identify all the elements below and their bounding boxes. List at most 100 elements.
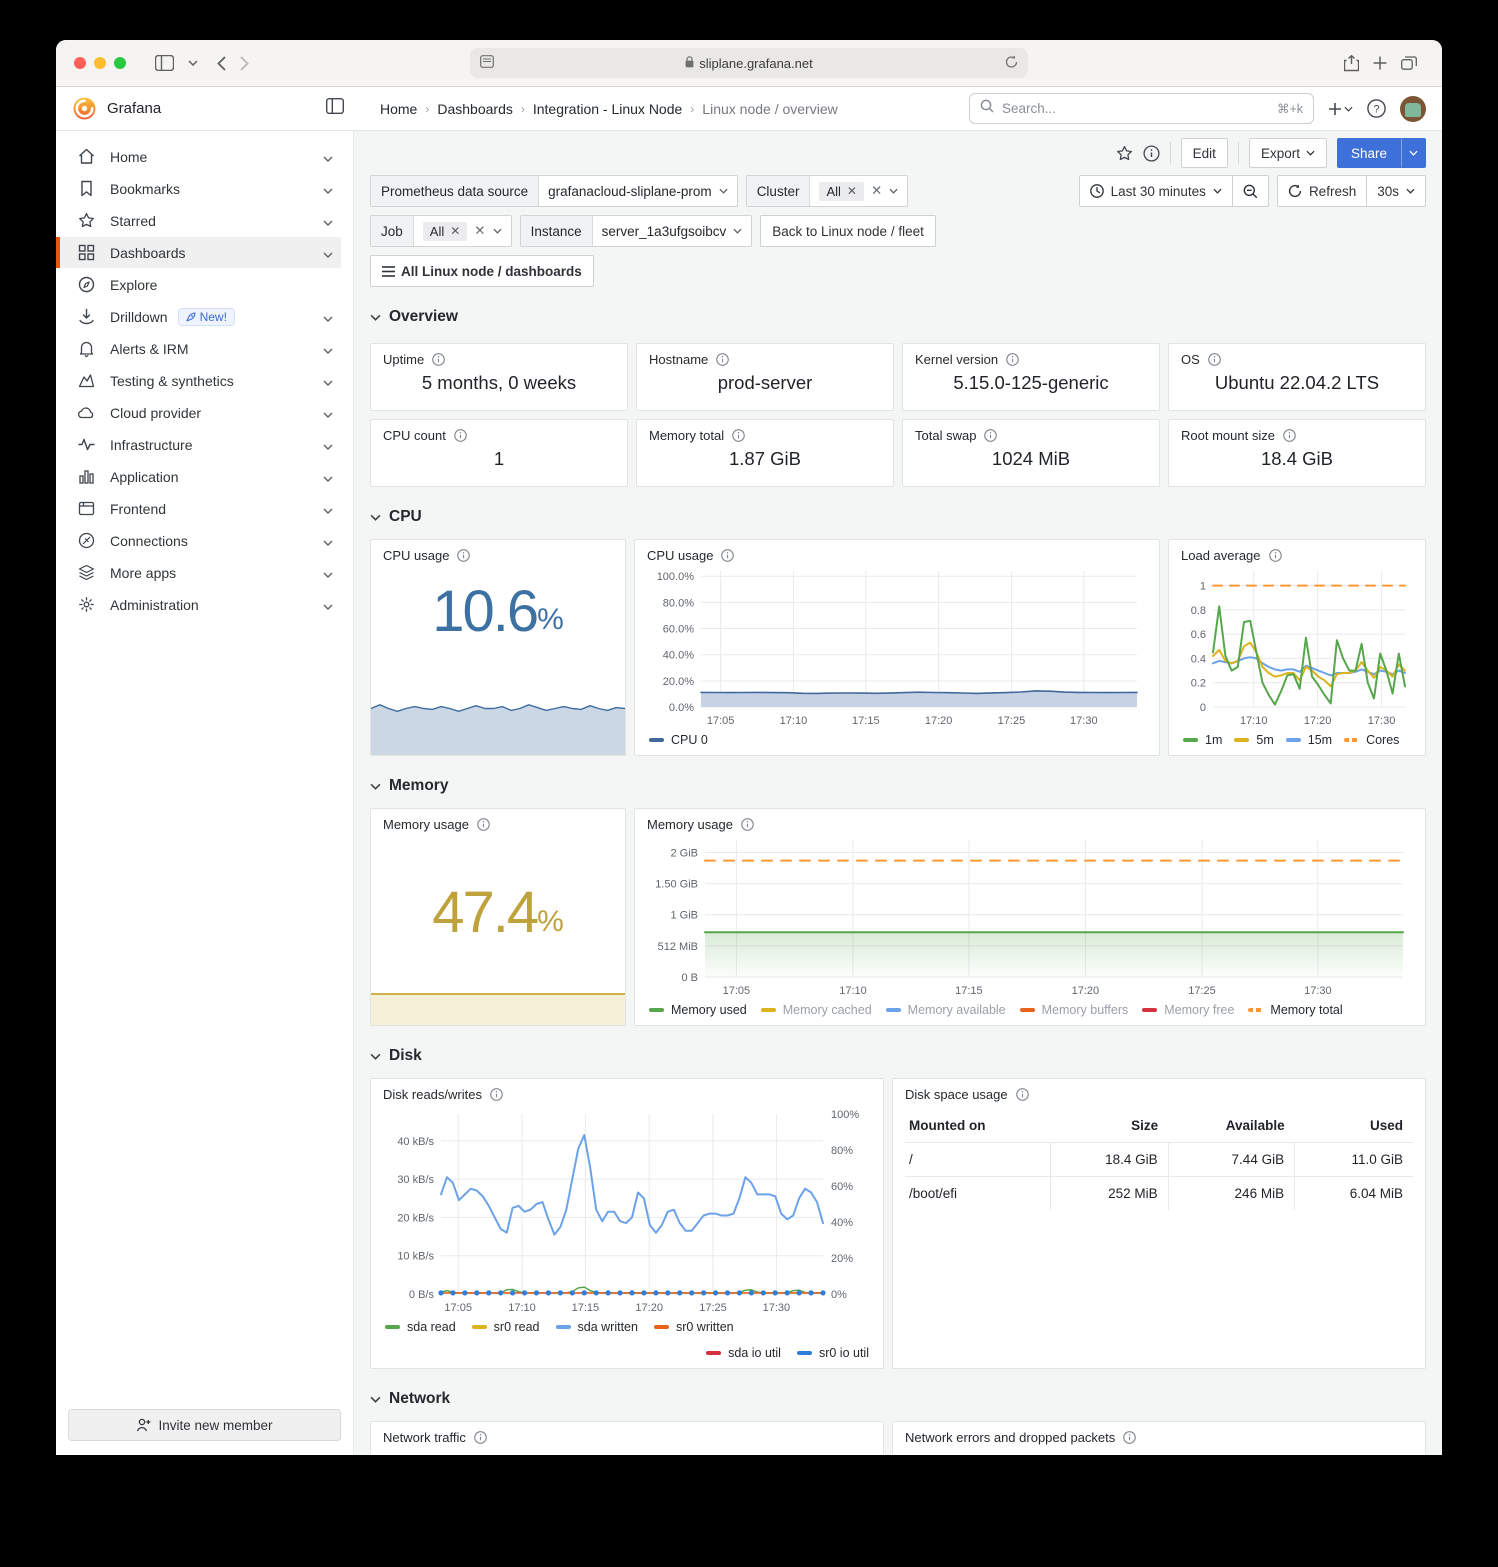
user-avatar[interactable] bbox=[1400, 96, 1426, 122]
cluster-filter[interactable]: Cluster All✕✕ bbox=[746, 175, 909, 207]
info-icon[interactable] bbox=[741, 818, 754, 831]
chevron-down-icon[interactable] bbox=[323, 341, 333, 357]
legend-memory-total[interactable]: Memory total bbox=[1248, 1003, 1342, 1017]
section-disk[interactable]: Disk bbox=[370, 1042, 1426, 1070]
legend-sda-written[interactable]: sda written bbox=[556, 1320, 638, 1334]
add-new-button[interactable] bbox=[1328, 102, 1353, 116]
reader-icon[interactable] bbox=[480, 55, 494, 71]
tab-overview-icon[interactable] bbox=[1401, 56, 1417, 70]
job-filter[interactable]: Job All✕✕ bbox=[370, 215, 512, 247]
stat-uptime[interactable]: Uptime5 months, 0 weeks bbox=[370, 343, 628, 411]
chevron-down-icon[interactable] bbox=[188, 60, 198, 66]
forward-button[interactable] bbox=[240, 56, 249, 71]
chevron-down-icon[interactable] bbox=[323, 373, 333, 389]
section-cpu[interactable]: CPU bbox=[370, 503, 1426, 531]
col-size[interactable]: Size bbox=[1050, 1112, 1168, 1143]
legend-sr0-written[interactable]: sr0 written bbox=[654, 1320, 734, 1334]
sidebar-item-frontend[interactable]: Frontend bbox=[68, 493, 341, 524]
breadcrumb-integration[interactable]: Integration - Linux Node bbox=[533, 101, 682, 117]
back-button[interactable] bbox=[217, 56, 226, 71]
load-average-panel[interactable]: Load average 00.20.40.60.8117:1017:2017:… bbox=[1168, 539, 1426, 756]
sidebar-item-cloud-provider[interactable]: Cloud provider bbox=[68, 397, 341, 428]
chevron-down-icon[interactable] bbox=[323, 533, 333, 549]
time-range-picker[interactable]: Last 30 minutes bbox=[1079, 175, 1233, 207]
info-icon[interactable] bbox=[432, 353, 445, 366]
chevron-down-icon[interactable] bbox=[323, 149, 333, 165]
sidebar-item-connections[interactable]: Connections bbox=[68, 525, 341, 556]
legend-memory-available[interactable]: Memory available bbox=[886, 1003, 1006, 1017]
sidebar-item-explore[interactable]: Explore bbox=[68, 269, 341, 300]
refresh-button[interactable]: Refresh bbox=[1277, 175, 1367, 207]
stat-memory-total[interactable]: Memory total1.87 GiB bbox=[636, 419, 894, 487]
address-bar[interactable]: sliplane.grafana.net bbox=[470, 48, 1028, 78]
remove-icon[interactable]: ✕ bbox=[847, 184, 857, 198]
legend-sr0-read[interactable]: sr0 read bbox=[472, 1320, 540, 1334]
cluster-chip[interactable]: All✕ bbox=[819, 182, 864, 201]
legend-memory-used[interactable]: Memory used bbox=[649, 1003, 747, 1017]
section-memory[interactable]: Memory bbox=[370, 772, 1426, 800]
section-network[interactable]: Network bbox=[370, 1385, 1426, 1413]
datasource-picker[interactable]: Prometheus data source grafanacloud-slip… bbox=[370, 175, 738, 207]
cpu-usage-timeseries-panel[interactable]: CPU usage 0.0%20.0%40.0%60.0%80.0%100.0%… bbox=[634, 539, 1160, 756]
info-icon[interactable] bbox=[457, 549, 470, 562]
share-icon[interactable] bbox=[1344, 55, 1359, 72]
chevron-down-icon[interactable] bbox=[323, 309, 333, 325]
sidebar-item-application[interactable]: Application bbox=[68, 461, 341, 492]
panel-info-icon[interactable] bbox=[1143, 145, 1160, 162]
legend-sr0-io-util[interactable]: sr0 io util bbox=[797, 1346, 869, 1360]
toggle-sidebar-icon[interactable] bbox=[326, 98, 344, 119]
search-field[interactable] bbox=[1002, 101, 1269, 116]
cpu-usage-stat-panel[interactable]: CPU usage 10.6% bbox=[370, 539, 626, 756]
invite-new-member-button[interactable]: Invite new member bbox=[68, 1409, 341, 1441]
stat-root-mount[interactable]: Root mount size18.4 GiB bbox=[1168, 419, 1426, 487]
info-icon[interactable] bbox=[490, 1088, 503, 1101]
sidebar-item-more-apps[interactable]: More apps bbox=[68, 557, 341, 588]
help-icon[interactable]: ? bbox=[1367, 99, 1386, 118]
info-icon[interactable] bbox=[1006, 353, 1019, 366]
legend-memory-cached[interactable]: Memory cached bbox=[761, 1003, 872, 1017]
cpu-usage-chart[interactable]: 0.0%20.0%40.0%60.0%80.0%100.0%17:0517:10… bbox=[647, 563, 1147, 729]
memory-usage-chart[interactable]: 0 B512 MiB1 GiB1.50 GiB2 GiB17:0517:1017… bbox=[647, 832, 1413, 999]
zoom-out-button[interactable] bbox=[1233, 175, 1269, 207]
breadcrumb-dashboards[interactable]: Dashboards bbox=[437, 101, 513, 117]
load-average-chart[interactable]: 00.20.40.60.8117:1017:2017:30 bbox=[1181, 563, 1413, 729]
legend-1m[interactable]: 1m bbox=[1183, 733, 1222, 747]
network-errors-panel[interactable]: Network errors and dropped packets bbox=[892, 1421, 1426, 1455]
instance-filter[interactable]: Instance server_1a3ufgsoibcv bbox=[520, 215, 753, 247]
chevron-down-icon[interactable] bbox=[323, 437, 333, 453]
sidebar-item-dashboards[interactable]: Dashboards bbox=[56, 237, 341, 268]
sidebar-item-drilldown[interactable]: Drilldown New! bbox=[68, 301, 341, 332]
new-tab-icon[interactable] bbox=[1373, 56, 1387, 70]
memory-usage-timeseries-panel[interactable]: Memory usage 0 B512 MiB1 GiB1.50 GiB2 Gi… bbox=[634, 808, 1426, 1026]
chevron-down-icon[interactable] bbox=[323, 245, 333, 261]
stat-cpu-count[interactable]: CPU count1 bbox=[370, 419, 628, 487]
sidebar-item-testing-synthetics[interactable]: Testing & synthetics bbox=[68, 365, 341, 396]
sidebar-item-infrastructure[interactable]: Infrastructure bbox=[68, 429, 341, 460]
chevron-down-icon[interactable] bbox=[323, 469, 333, 485]
legend-15m[interactable]: 15m bbox=[1286, 733, 1332, 747]
reload-icon[interactable] bbox=[1005, 55, 1018, 72]
sidebar-item-starred[interactable]: Starred bbox=[68, 205, 341, 236]
info-icon[interactable] bbox=[474, 1431, 487, 1444]
legend-memory-free[interactable]: Memory free bbox=[1142, 1003, 1234, 1017]
clear-icon[interactable]: ✕ bbox=[871, 183, 882, 199]
col-used[interactable]: Used bbox=[1295, 1112, 1413, 1143]
minimize-window-button[interactable] bbox=[94, 57, 106, 69]
breadcrumb-home[interactable]: Home bbox=[380, 101, 417, 117]
edit-button[interactable]: Edit bbox=[1181, 138, 1228, 168]
clear-icon[interactable]: ✕ bbox=[474, 223, 485, 239]
disk-space-usage-panel[interactable]: Disk space usage Mounted on Size Availab… bbox=[892, 1078, 1426, 1369]
network-traffic-panel[interactable]: Network traffic bbox=[370, 1421, 884, 1455]
legend-memory-buffers[interactable]: Memory buffers bbox=[1020, 1003, 1129, 1017]
col-mounted-on[interactable]: Mounted on bbox=[905, 1112, 1050, 1143]
info-icon[interactable] bbox=[716, 353, 729, 366]
share-menu-button[interactable] bbox=[1401, 138, 1426, 168]
memory-usage-stat-panel[interactable]: Memory usage 47.4% bbox=[370, 808, 626, 1026]
stat-total-swap[interactable]: Total swap1024 MiB bbox=[902, 419, 1160, 487]
sidebar-item-administration[interactable]: Administration bbox=[68, 589, 341, 620]
back-to-fleet-button[interactable]: Back to Linux node / fleet bbox=[760, 215, 936, 247]
chevron-down-icon[interactable] bbox=[323, 181, 333, 197]
info-icon[interactable] bbox=[984, 429, 997, 442]
info-icon[interactable] bbox=[1283, 429, 1296, 442]
all-dashboards-button[interactable]: All Linux node / dashboards bbox=[370, 255, 594, 287]
